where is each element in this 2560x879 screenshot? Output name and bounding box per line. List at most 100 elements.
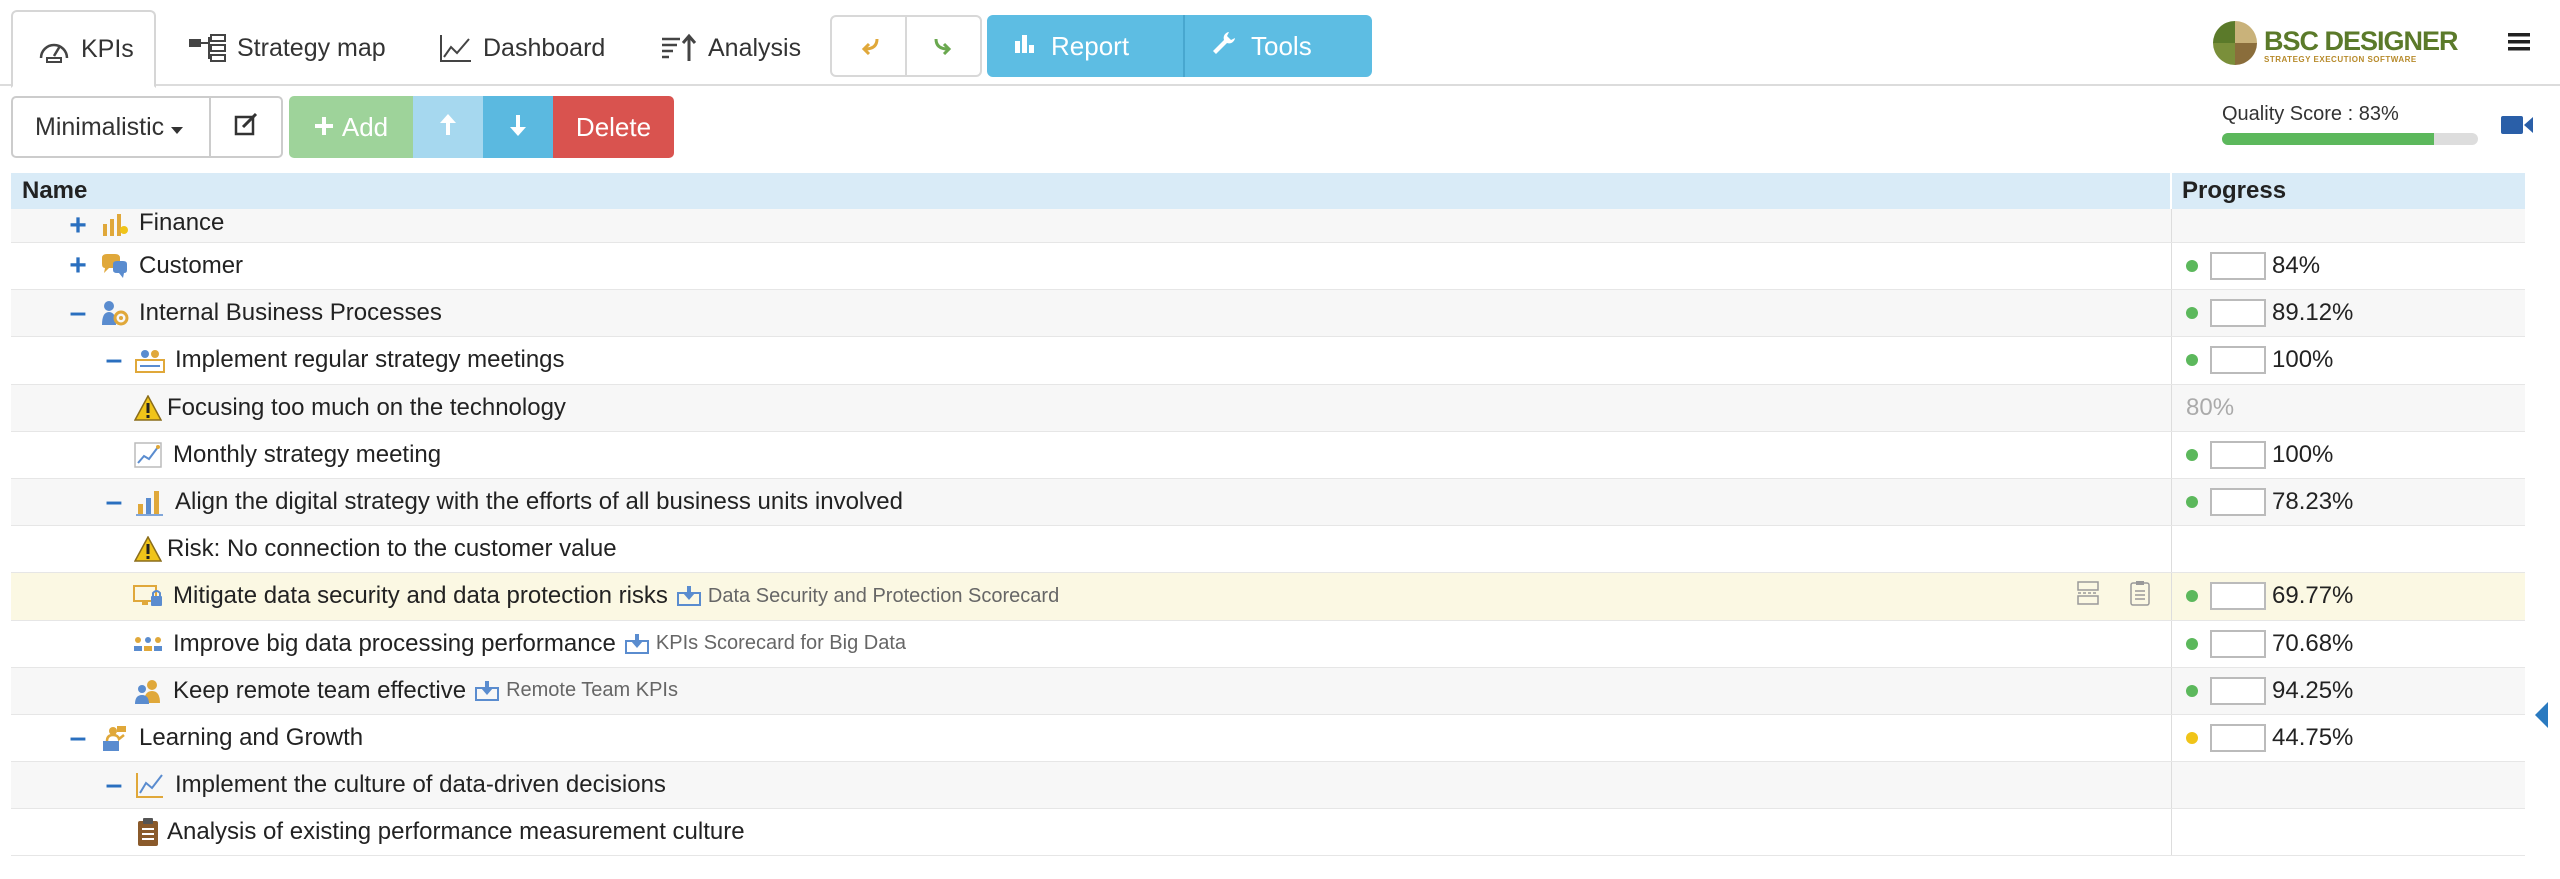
row-name: Analysis of existing performance measure…: [167, 818, 745, 846]
meeting-icon: [133, 345, 167, 375]
expand-toggle[interactable]: +: [67, 249, 89, 283]
cell-name[interactable]: – Align the digital strategy with the eff…: [11, 478, 2172, 526]
progress-box: [2210, 629, 2266, 658]
cell-name[interactable]: Analysis of existing performance measure…: [11, 809, 2172, 856]
table-row[interactable]: Mitigate data security and data protecti…: [11, 573, 2525, 621]
collapse-toggle[interactable]: –: [67, 721, 89, 755]
notes-icon[interactable]: [2129, 580, 2151, 613]
cell-name[interactable]: – Internal Business Processes: [11, 290, 2172, 337]
progress-box: [2210, 488, 2266, 517]
customer-icon: [97, 251, 131, 281]
row-actions: [2075, 580, 2151, 613]
cell-name[interactable]: Risk: No connection to the customer valu…: [11, 526, 2172, 573]
finance-icon: [97, 209, 131, 239]
cell-progress: 80%: [2172, 385, 2525, 431]
progress-value: 70.68%: [2272, 629, 2354, 657]
tab-dashboard[interactable]: Dashboard: [415, 10, 629, 86]
view-dropdown[interactable]: Minimalistic: [13, 98, 211, 156]
progress-value: 100%: [2272, 346, 2334, 374]
warning-icon: [131, 534, 165, 564]
table-row[interactable]: – Implement the culture of data-driven de…: [11, 762, 2525, 810]
table-row[interactable]: Keep remote team effective Remote Team KP…: [11, 667, 2525, 715]
cell-name[interactable]: + Customer: [11, 243, 2172, 290]
delete-button[interactable]: Delete: [553, 96, 674, 158]
collapse-toggle[interactable]: –: [103, 485, 125, 519]
video-tutorial-button[interactable]: [2500, 113, 2534, 142]
row-name: Mitigate data security and data protecti…: [173, 582, 668, 610]
redo-button[interactable]: [907, 17, 980, 75]
tab-analysis[interactable]: Analysis: [636, 10, 825, 86]
edit-view-button[interactable]: [211, 98, 281, 156]
side-panel-toggle[interactable]: [2533, 700, 2549, 735]
cell-name[interactable]: Improve big data processing performance K…: [11, 620, 2172, 667]
tools-button[interactable]: Tools: [1185, 15, 1312, 77]
table-row[interactable]: – Learning and Growth 44.75%: [11, 714, 2525, 763]
table-row[interactable]: – Implement regular strategy meetings 100%: [11, 337, 2525, 385]
table-row[interactable]: Analysis of existing performance measure…: [11, 809, 2525, 857]
table-row[interactable]: + Customer 84%: [11, 243, 2525, 291]
progress-box: [2210, 723, 2266, 752]
import-scorecard-icon: [624, 633, 650, 655]
row-name: Implement regular strategy meetings: [175, 346, 565, 374]
redo-icon: [932, 33, 956, 60]
row-name: Finance: [139, 209, 225, 236]
table-row[interactable]: – Internal Business Processes 89.12%: [11, 290, 2525, 338]
video-camera-icon: [2500, 116, 2534, 141]
table-row[interactable]: Focusing too much on the technology 80%: [11, 384, 2525, 432]
progress-box: [2210, 299, 2266, 328]
linked-scorecard-link[interactable]: Data Security and Protection Scorecard: [708, 585, 1059, 608]
progress-box: [2210, 440, 2266, 469]
expand-toggle[interactable]: +: [67, 209, 89, 243]
report-button[interactable]: Report: [987, 15, 1185, 77]
move-down-button[interactable]: [483, 96, 553, 158]
table-row[interactable]: Monthly strategy meeting 100%: [11, 431, 2525, 479]
learning-icon: [97, 723, 131, 753]
cell-progress: 44.75%: [2172, 715, 2525, 761]
analysis-sort-icon: [660, 33, 698, 63]
internal-process-icon: [97, 298, 131, 328]
cell-name[interactable]: – Implement the culture of data-driven de…: [11, 762, 2172, 809]
status-dot: [2186, 637, 2198, 650]
cell-progress: [2172, 762, 2525, 808]
tab-label: Dashboard: [483, 33, 606, 62]
line-chart-icon: [439, 33, 473, 63]
duplicate-icon[interactable]: [2075, 580, 2101, 613]
tab-strategy-map[interactable]: Strategy map: [163, 10, 410, 86]
column-header-progress[interactable]: Progress: [2172, 173, 2525, 209]
arrow-up-icon: [438, 113, 458, 142]
collapse-toggle[interactable]: –: [103, 768, 125, 802]
cell-name[interactable]: Keep remote team effective Remote Team KP…: [11, 667, 2172, 714]
cell-progress: 100%: [2172, 337, 2525, 383]
table-row[interactable]: Improve big data processing performance K…: [11, 620, 2525, 668]
collapse-toggle[interactable]: –: [67, 296, 89, 330]
add-button[interactable]: Add: [289, 96, 413, 158]
cell-name[interactable]: Focusing too much on the technology: [11, 384, 2172, 431]
cell-progress: [2172, 209, 2525, 242]
cell-name[interactable]: – Learning and Growth: [11, 714, 2172, 762]
warning-icon: [131, 393, 165, 423]
move-up-button[interactable]: [413, 96, 483, 158]
table-row[interactable]: – Align the digital strategy with the eff…: [11, 478, 2525, 527]
status-dot: [2186, 448, 2198, 461]
cell-name[interactable]: Monthly strategy meeting: [11, 431, 2172, 478]
progress-value: 94.25%: [2272, 676, 2354, 704]
table-row[interactable]: + Finance: [11, 209, 2525, 243]
collapse-toggle[interactable]: –: [103, 343, 125, 377]
view-selector: Minimalistic: [11, 96, 283, 158]
cell-progress: 70.68%: [2172, 621, 2525, 667]
cell-name[interactable]: + Finance: [11, 209, 2172, 242]
linked-scorecard-link[interactable]: KPIs Scorecard for Big Data: [656, 632, 906, 655]
table-row[interactable]: Risk: No connection to the customer valu…: [11, 526, 2525, 574]
strategy-map-icon: [187, 33, 227, 63]
menu-button[interactable]: [2507, 30, 2531, 59]
cell-name[interactable]: – Implement regular strategy meetings: [11, 337, 2172, 384]
tab-kpis[interactable]: KPIs: [11, 10, 156, 88]
linked-scorecard-link[interactable]: Remote Team KPIs: [506, 679, 678, 702]
tab-label: KPIs: [81, 34, 134, 63]
add-label: Add: [341, 111, 389, 142]
column-header-name[interactable]: Name: [11, 173, 2172, 209]
cell-name[interactable]: Mitigate data security and data protecti…: [11, 573, 2172, 620]
cell-progress: 100%: [2172, 432, 2525, 478]
row-name: Focusing too much on the technology: [167, 393, 566, 421]
undo-button[interactable]: [832, 17, 907, 75]
